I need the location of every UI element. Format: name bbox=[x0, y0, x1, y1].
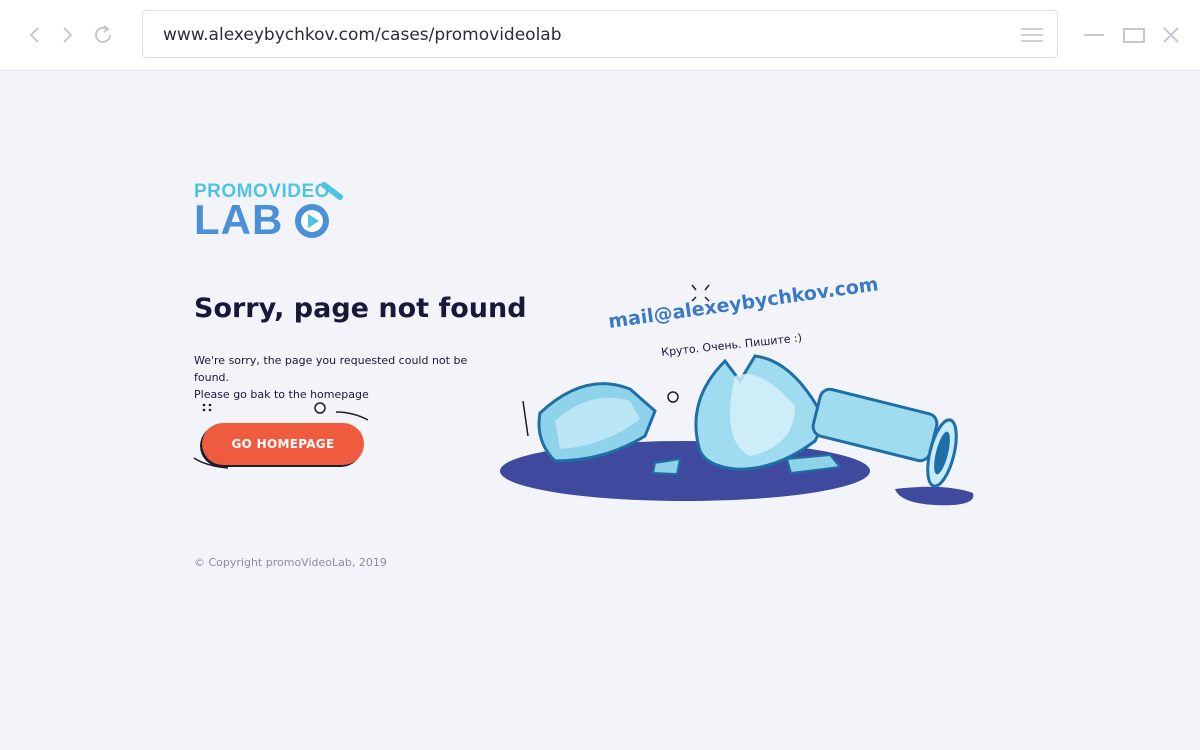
close-icon bbox=[1163, 27, 1179, 43]
minimize-button[interactable] bbox=[1082, 22, 1108, 48]
back-button[interactable] bbox=[22, 22, 48, 48]
address-bar[interactable]: www.alexeybychkov.com/cases/promovideola… bbox=[142, 10, 1058, 58]
forward-button[interactable] bbox=[54, 22, 80, 48]
maximize-icon bbox=[1123, 28, 1145, 43]
copyright-text: © Copyright promoVideoLab, 2019 bbox=[194, 556, 387, 569]
logo-text-bottom: LAB bbox=[194, 196, 284, 243]
close-button[interactable] bbox=[1158, 22, 1184, 48]
flask-play-icon bbox=[295, 182, 343, 238]
browser-toolbar: www.alexeybychkov.com/cases/promovideola… bbox=[0, 0, 1200, 71]
reload-button[interactable] bbox=[90, 22, 116, 48]
error-description: We're sorry, the page you requested coul… bbox=[194, 352, 494, 403]
go-homepage-button[interactable]: GO HOMEPAGE bbox=[202, 423, 364, 465]
page-content: PROMOVIDEO LAB Sorry, page not found We'… bbox=[0, 71, 1200, 750]
chevron-right-icon bbox=[63, 27, 73, 43]
url-text: www.alexeybychkov.com/cases/promovideola… bbox=[163, 25, 562, 45]
chevron-left-icon bbox=[29, 27, 39, 43]
page-title: Sorry, page not found bbox=[194, 293, 527, 324]
minimize-icon bbox=[1084, 34, 1104, 36]
error-description-line1: We're sorry, the page you requested coul… bbox=[194, 354, 468, 384]
reload-icon bbox=[95, 25, 111, 43]
maximize-button[interactable] bbox=[1122, 22, 1148, 48]
hamburger-menu-icon[interactable] bbox=[1021, 27, 1043, 43]
